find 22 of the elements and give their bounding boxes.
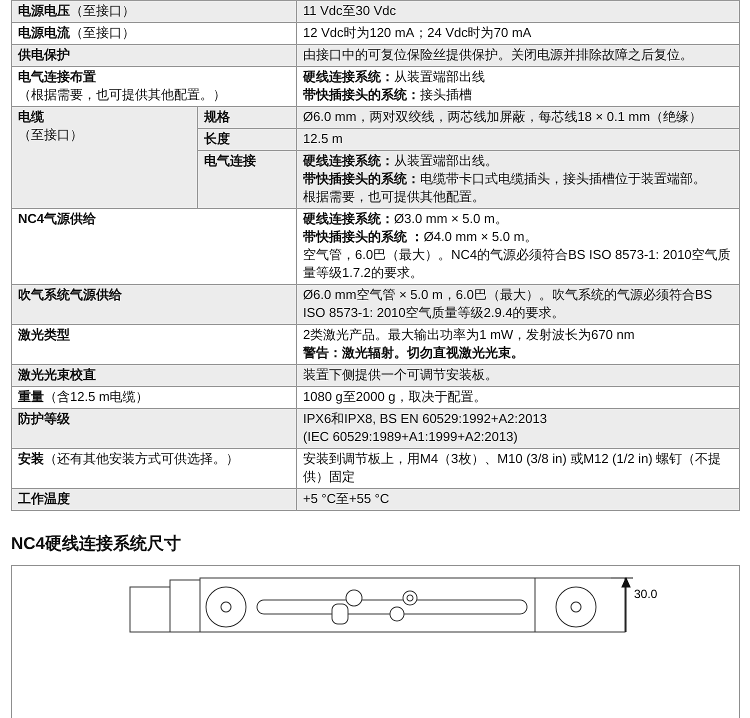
label-cell: 电源电压（至接口） bbox=[12, 1, 297, 23]
dimension-label: 30.0 bbox=[634, 587, 658, 601]
sublabel-cell: 规格 bbox=[198, 107, 297, 129]
dimension-arrow bbox=[610, 576, 634, 632]
sublabel-cell: 电气连接 bbox=[198, 151, 297, 209]
value-cell: 硬线连接系统：从装置端部出线。 带快插接头的系统：电缆带卡口式电缆插头，接头插槽位于装置端部。 根据需要，也可提供其他配置。 bbox=[297, 151, 740, 209]
label-cell: 工作温度 bbox=[12, 489, 297, 511]
value-cell: 11 Vdc至30 Vdc bbox=[297, 1, 740, 23]
label-cell: 防护等级 bbox=[12, 409, 297, 449]
value-cell: 12.5 m bbox=[297, 129, 740, 151]
label-cell: 激光光束校直 bbox=[12, 365, 297, 387]
sublabel-cell: 长度 bbox=[198, 129, 297, 151]
label-cell: 吹气系统气源供给 bbox=[12, 285, 297, 325]
label-cell: 供电保护 bbox=[12, 45, 297, 67]
value-cell: IPX6和IPX8, BS EN 60529:1992+A2:2013 (IEC 60529:1989+A1:1999+A2:2013) bbox=[297, 409, 740, 449]
value-cell: Ø6.0 mm空气管 × 5.0 m，6.0巴（最大）。吹气系统的气源必须符合BS ISO 8573-1: 2010空气质量等级2.9.4的要求。 bbox=[297, 285, 740, 325]
value-cell: 装置下侧提供一个可调节安装板。 bbox=[297, 365, 740, 387]
value-cell: Ø6.0 mm，两对双绞线，两芯线加屏蔽，每芯线18 × 0.1 mm（绝缘） bbox=[297, 107, 740, 129]
value-cell: +5 °C至+55 °C bbox=[297, 489, 740, 511]
section-title: NC4硬线连接系统尺寸 bbox=[11, 533, 182, 555]
label-cell: 电缆 （至接口） bbox=[12, 107, 198, 209]
value-cell: 由接口中的可复位保险丝提供保护。关闭电源并排除故障之后复位。 bbox=[297, 45, 740, 67]
